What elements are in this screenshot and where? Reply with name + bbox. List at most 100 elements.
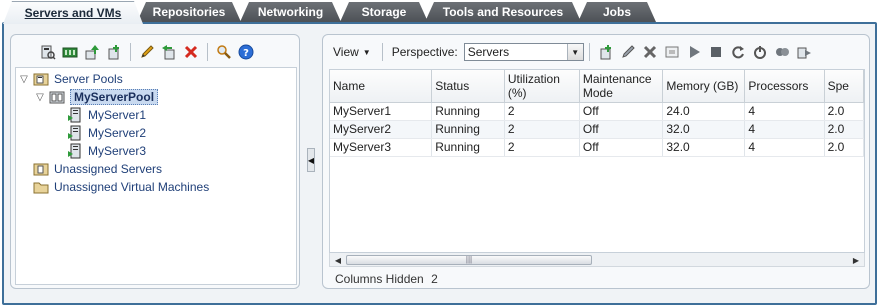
tab-label: Repositories: [152, 5, 226, 19]
dropdown-arrow-icon: ▼: [362, 47, 371, 57]
column-header-memory[interactable]: Memory (GB): [662, 70, 746, 103]
cell-utilization: 2: [504, 102, 580, 121]
column-header-status[interactable]: Status: [431, 70, 505, 103]
table-row[interactable]: MyServer2 Running 2 Off 32.0 4 2.0: [330, 120, 864, 139]
collapse-toggle-icon[interactable]: ▽: [34, 92, 46, 103]
tab-storage[interactable]: Storage: [340, 2, 428, 22]
cell-maintenance: Off: [579, 102, 664, 121]
columns-hidden-count: 2: [431, 272, 438, 286]
restart-icon[interactable]: [729, 43, 747, 61]
column-header-processors[interactable]: Processors: [744, 70, 825, 103]
tree-node-unassigned-vms[interactable]: Unassigned Virtual Machines: [30, 178, 209, 196]
tree-label: MyServer2: [88, 126, 147, 140]
tab-label: Networking: [257, 5, 324, 19]
upload-icon[interactable]: [83, 43, 101, 61]
table-row[interactable]: MyServer3 Running 2 Off 32.0 4 2.0: [330, 138, 864, 157]
collapse-left-icon: ◀: [307, 155, 315, 165]
tab-jobs[interactable]: Jobs: [578, 2, 656, 22]
toolbar-separator: [588, 43, 590, 61]
tree-label: MyServer1: [88, 108, 147, 122]
edit-icon[interactable]: [138, 43, 156, 61]
scrollbar-thumb[interactable]: |||: [346, 255, 592, 265]
cell-processors: 4: [744, 102, 825, 121]
running-server-icon: [67, 143, 83, 159]
tab-tools-and-resources[interactable]: Tools and Resources: [425, 2, 581, 22]
horizontal-scrollbar[interactable]: ◀ ||| ▶: [329, 253, 865, 267]
chevron-down-icon[interactable]: ▼: [566, 44, 583, 60]
cell-speed: 2.0: [824, 138, 864, 157]
collapse-toggle-icon[interactable]: ▽: [18, 74, 30, 85]
kill-icon[interactable]: [773, 43, 791, 61]
cell-speed: 2.0: [824, 120, 864, 139]
running-server-icon: [67, 107, 83, 123]
start-icon[interactable]: [685, 43, 703, 61]
help-icon[interactable]: ?: [237, 43, 255, 61]
running-server-icon: [67, 125, 83, 141]
tree-label: Unassigned Servers: [54, 162, 163, 176]
cell-status: Running: [431, 120, 505, 139]
panel-collapse-handle[interactable]: ◀: [307, 148, 315, 172]
tab-servers-and-vms[interactable]: Servers and VMs: [3, 1, 143, 24]
cell-name: MyServer1: [330, 102, 433, 121]
edit-icon[interactable]: [619, 43, 637, 61]
columns-hidden-status: Columns Hidden 2: [335, 272, 438, 286]
cell-memory: 32.0: [662, 138, 746, 157]
table-row[interactable]: MyServer1 Running 2 Off 24.0 4 2.0: [330, 102, 864, 121]
delete-icon[interactable]: [182, 43, 200, 61]
tree-label: Server Pools: [54, 72, 123, 86]
cell-maintenance: Off: [579, 138, 664, 157]
scroll-right-icon[interactable]: ▶: [850, 254, 862, 266]
servers-table: Name Status Utilization (%) Maintenance …: [329, 69, 865, 253]
view-menu-button[interactable]: View ▼: [327, 42, 377, 62]
scroll-left-icon[interactable]: ◀: [332, 254, 344, 266]
tree-node-server[interactable]: MyServer1: [64, 106, 146, 124]
cell-name: MyServer2: [330, 120, 433, 139]
create-server-pool-icon[interactable]: [61, 43, 79, 61]
folder-icon: [33, 179, 49, 195]
tree-label: MyServerPool: [70, 89, 159, 105]
tab-repositories[interactable]: Repositories: [137, 2, 241, 22]
cell-status: Running: [431, 102, 505, 121]
migrate-icon[interactable]: [795, 43, 813, 61]
tree-node-server[interactable]: MyServer3: [64, 142, 146, 160]
toolbar-separator: [381, 43, 383, 61]
move-icon[interactable]: [160, 43, 178, 61]
cell-status: Running: [431, 138, 505, 157]
tab-label: Servers and VMs: [24, 6, 122, 20]
table-header-row: Name Status Utilization (%) Maintenance …: [330, 70, 864, 103]
perspective-select[interactable]: Servers ▼: [463, 43, 584, 61]
content-frame: ? ▽ Server Pools ▽ MyServerPool MyServer…: [2, 22, 877, 305]
power-icon[interactable]: [751, 43, 769, 61]
tree-node-server-pools[interactable]: ▽ Server Pools: [18, 70, 123, 88]
perspective-label: Perspective:: [391, 45, 458, 59]
add-server-icon[interactable]: [105, 43, 123, 61]
tree-label: MyServer3: [88, 144, 147, 158]
column-header-name[interactable]: Name: [330, 70, 433, 103]
discover-server-icon[interactable]: [39, 43, 57, 61]
cell-speed: 2.0: [824, 102, 864, 121]
tab-networking[interactable]: Networking: [240, 2, 341, 22]
console-icon[interactable]: [663, 43, 681, 61]
column-header-speed[interactable]: Spe: [824, 70, 864, 103]
cell-maintenance: Off: [579, 120, 664, 139]
delete-icon[interactable]: [641, 43, 659, 61]
tree-node-unassigned-servers[interactable]: Unassigned Servers: [30, 160, 162, 178]
cell-memory: 24.0: [662, 102, 746, 121]
navigation-panel: ? ▽ Server Pools ▽ MyServerPool MyServer…: [10, 34, 300, 289]
navigation-toolbar: ?: [37, 39, 295, 65]
column-header-utilization[interactable]: Utilization (%): [504, 70, 580, 103]
management-toolbar: View ▼ Perspective: Servers ▼: [327, 39, 865, 65]
cell-utilization: 2: [504, 138, 580, 157]
tree-node-server[interactable]: MyServer2: [64, 124, 146, 142]
column-header-maintenance-mode[interactable]: Maintenance Mode: [579, 70, 664, 103]
servers-grid: Name Status Utilization (%) Maintenance …: [330, 70, 864, 157]
tree-node-myserverpool[interactable]: ▽ MyServerPool: [34, 88, 159, 106]
stop-icon[interactable]: [707, 43, 725, 61]
management-panel: View ▼ Perspective: Servers ▼ Name Statu…: [322, 34, 870, 289]
toolbar-separator: [207, 43, 208, 61]
server-pool-icon: [49, 89, 65, 105]
find-icon[interactable]: [215, 43, 233, 61]
add-icon[interactable]: [597, 43, 615, 61]
tree-label: Unassigned Virtual Machines: [54, 180, 210, 194]
toolbar-separator: [130, 43, 131, 61]
